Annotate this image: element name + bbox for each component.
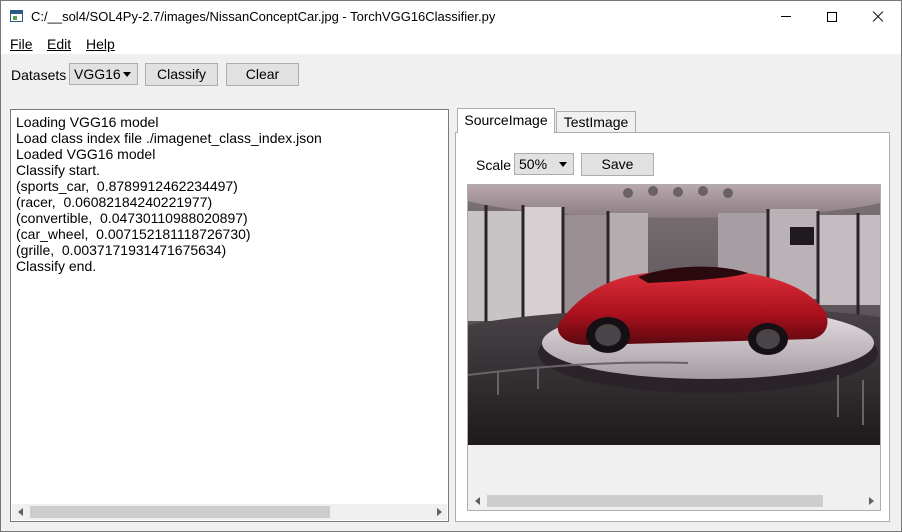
log-line: Load class index file ./imagenet_class_i… (16, 130, 322, 146)
image-tab-widget: SourceImage TestImage Scale 50% Save (455, 108, 890, 522)
menu-file[interactable]: File (10, 36, 33, 52)
datasets-value: VGG16 (74, 66, 121, 82)
log-line: (grille, 0.0037171931471675634) (16, 242, 227, 258)
scroll-thumb[interactable] (30, 506, 330, 518)
source-image-page: Scale 50% Save (455, 132, 890, 522)
classify-button[interactable]: Classify (145, 63, 218, 86)
maximize-button[interactable] (809, 1, 855, 32)
app-icon (10, 10, 23, 22)
tab-source-image[interactable]: SourceImage (457, 108, 555, 133)
car-photo-graphic (468, 185, 880, 445)
close-button[interactable] (855, 1, 901, 32)
log-line: (sports_car, 0.8789912462234497) (16, 178, 238, 194)
arrow-left-icon (17, 508, 23, 516)
menu-edit-label: Edit (47, 36, 72, 52)
save-button[interactable]: Save (581, 153, 654, 176)
scale-label: Scale (476, 157, 512, 173)
log-line: Classify start. (16, 162, 101, 178)
datasets-combobox[interactable]: VGG16 (69, 63, 138, 85)
arrow-left-icon (474, 497, 480, 505)
log-lines: Loading VGG16 model Load class index file… (16, 114, 322, 274)
image-view[interactable] (467, 184, 881, 511)
log-line: (convertible, 0.04730110988020897) (16, 210, 248, 226)
scroll-right-arrow[interactable] (863, 493, 879, 509)
title-bar: C:/__sol4/SOL4Py-2.7/images/NissanConcep… (1, 1, 901, 32)
log-line: (car_wheel, 0.007152181118726730) (16, 226, 251, 242)
scale-value: 50% (519, 156, 548, 172)
datasets-label: Datasets (11, 67, 67, 83)
app-window: C:/__sol4/SOL4Py-2.7/images/NissanConcep… (0, 0, 902, 532)
close-icon (872, 11, 884, 23)
toolbar: Datasets VGG16 Classify Clear (1, 54, 901, 96)
log-line: Loading VGG16 model (16, 114, 159, 130)
menu-help[interactable]: Help (86, 36, 115, 52)
log-line: Loaded VGG16 model (16, 146, 156, 162)
menu-edit[interactable]: Edit (47, 36, 71, 52)
menu-bar: File Edit Help (1, 32, 901, 54)
minimize-icon (781, 16, 791, 17)
scale-combobox[interactable]: 50% (514, 153, 574, 175)
arrow-right-icon (436, 508, 442, 516)
window-title: C:/__sol4/SOL4Py-2.7/images/NissanConcep… (31, 9, 496, 24)
tab-test-image[interactable]: TestImage (556, 111, 636, 133)
menu-help-label: Help (86, 36, 115, 52)
minimize-button[interactable] (763, 1, 809, 32)
log-line: (racer, 0.06082184240221977) (16, 194, 213, 210)
scroll-left-arrow[interactable] (469, 493, 485, 509)
menu-file-label: File (10, 36, 33, 52)
log-line: Classify end. (16, 258, 97, 274)
car-photo (468, 185, 880, 445)
image-horizontal-scrollbar[interactable] (469, 493, 879, 509)
log-horizontal-scrollbar[interactable] (12, 504, 447, 520)
scroll-left-arrow[interactable] (12, 504, 28, 520)
log-textarea[interactable]: Loading VGG16 model Load class index file… (10, 109, 449, 522)
clear-button[interactable]: Clear (226, 63, 299, 86)
scroll-right-arrow[interactable] (431, 504, 447, 520)
chevron-down-icon (123, 72, 131, 77)
scroll-thumb[interactable] (487, 495, 823, 507)
arrow-right-icon (868, 497, 874, 505)
chevron-down-icon (559, 162, 567, 167)
maximize-icon (827, 11, 837, 22)
